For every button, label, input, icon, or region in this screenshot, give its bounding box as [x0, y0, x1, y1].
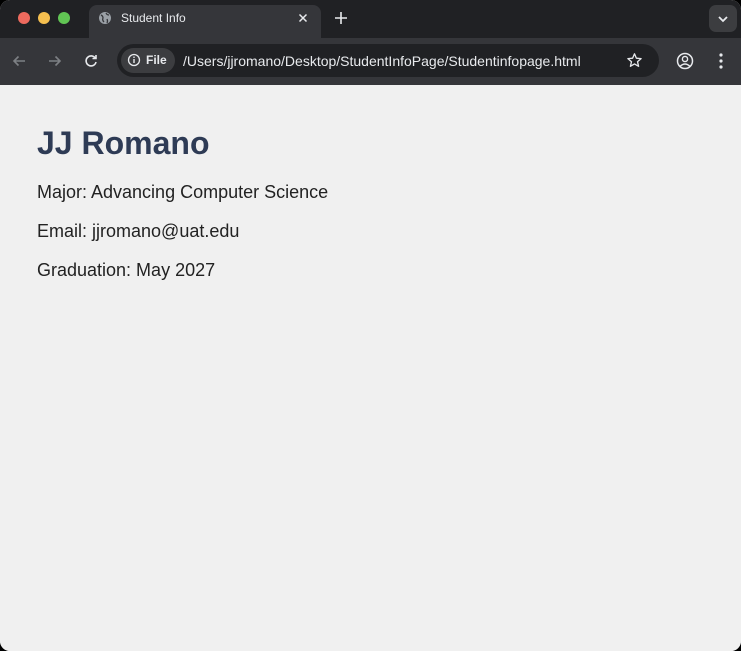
- url-text[interactable]: /Users/jjromano/Desktop/StudentInfoPage/…: [183, 53, 581, 69]
- tab-student-info[interactable]: Student Info: [89, 5, 321, 38]
- chevron-down-icon: [718, 16, 728, 23]
- globe-icon: [99, 12, 111, 24]
- email-text: Email: jjromano@uat.edu: [37, 221, 240, 241]
- close-icon[interactable]: [296, 11, 310, 25]
- address-bar[interactable]: File /Users/jjromano/Desktop/StudentInfo…: [117, 44, 659, 77]
- window-maximize-button[interactable]: [58, 12, 70, 24]
- forward-arrow-icon[interactable]: [46, 52, 64, 70]
- major-text: Major: Advancing Computer Science: [37, 182, 329, 202]
- info-icon: [127, 53, 141, 67]
- reload-icon[interactable]: [82, 52, 100, 70]
- browser-window: Student Info File /Users/jjromano/Deskto…: [0, 0, 741, 651]
- tab-search-button[interactable]: [709, 5, 737, 32]
- graduation-text: Graduation: May 2027: [37, 260, 216, 280]
- site-info-chip[interactable]: File: [121, 48, 175, 73]
- site-chip-label: File: [146, 53, 167, 67]
- back-arrow-icon[interactable]: [10, 52, 28, 70]
- page-content: JJ Romano Major: Advancing Computer Scie…: [0, 85, 741, 651]
- browser-toolbar: File /Users/jjromano/Desktop/StudentInfo…: [0, 38, 741, 85]
- new-tab-plus-icon[interactable]: [333, 10, 349, 26]
- profile-icon[interactable]: [675, 51, 695, 71]
- tab-title: Student Info: [121, 11, 186, 25]
- tab-strip: Student Info: [0, 0, 741, 38]
- student-name-heading: JJ Romano: [37, 125, 210, 161]
- bookmark-star-icon[interactable]: [626, 52, 643, 69]
- window-close-button[interactable]: [18, 12, 30, 24]
- window-minimize-button[interactable]: [38, 12, 50, 24]
- more-vertical-icon[interactable]: [716, 52, 726, 70]
